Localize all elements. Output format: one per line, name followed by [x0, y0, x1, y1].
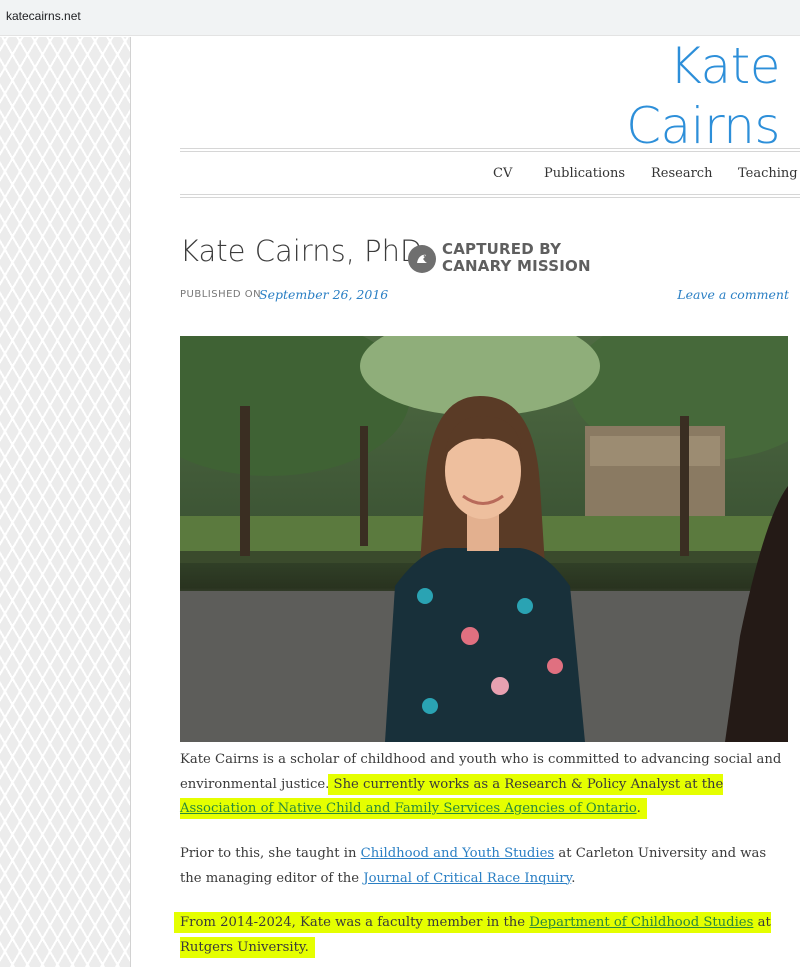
url-text[interactable]: katecairns.net [6, 9, 81, 23]
bio-p2-end: . [571, 870, 576, 886]
nav-cv[interactable]: CV [493, 166, 512, 181]
dept-childhood-studies-link[interactable]: Department of Childhood Studies [529, 915, 753, 930]
current-role-text: She currently works as a Research & Poli… [333, 776, 724, 792]
published-date-link[interactable]: September 26, 2016 [259, 287, 388, 302]
canary-mission-badge[interactable]: CAPTURED BY CANARY MISSION [408, 241, 608, 277]
nav-divider-top [180, 148, 800, 149]
bio-paragraph-3: From 2014-2024, Kate was a faculty membe… [180, 911, 790, 960]
canary-bird-icon [408, 245, 436, 273]
nav-divider-bottom [180, 194, 800, 195]
nav-research[interactable]: Research [651, 166, 712, 181]
childhood-youth-studies-link[interactable]: Childhood and Youth Studies [361, 846, 555, 861]
bio-paragraph-2: Prior to this, she taught in Childhood a… [180, 842, 790, 891]
bio-p2-text1: Prior to this, she taught in [180, 846, 361, 861]
portrait-photo [180, 336, 788, 742]
highlighted-past-role: From 2014-2024, Kate was a faculty membe… [180, 912, 771, 958]
nav-divider-bottom-2 [180, 197, 800, 198]
published-label: PUBLISHED ON [180, 289, 262, 300]
anscfsao-link[interactable]: Association of Native Child and Family S… [180, 801, 637, 816]
side-background-pattern [0, 37, 131, 967]
post-title: Kate Cairns, PhD [180, 234, 423, 268]
p1-end: . [636, 801, 641, 816]
leave-comment-link[interactable]: Leave a comment [677, 287, 789, 302]
nav-publications[interactable]: Publications [544, 166, 625, 181]
bio-paragraph-1: Kate Cairns is a scholar of childhood an… [180, 748, 790, 822]
canary-badge-text: CAPTURED BY CANARY MISSION [442, 241, 612, 275]
bio-p3-text1: From 2014-2024, Kate was a faculty membe… [180, 915, 530, 930]
browser-url-bar[interactable]: katecairns.net [0, 0, 800, 36]
canary-badge-line2: CANARY MISSION [442, 257, 591, 275]
nav-teaching[interactable]: Teaching [738, 166, 798, 181]
site-title[interactable]: Kate Cairns [500, 36, 780, 156]
nav-divider-top-2 [180, 151, 800, 152]
canary-badge-line1: CAPTURED BY [442, 240, 562, 258]
journal-critical-race-inquiry-link[interactable]: Journal of Critical Race Inquiry [363, 871, 571, 886]
